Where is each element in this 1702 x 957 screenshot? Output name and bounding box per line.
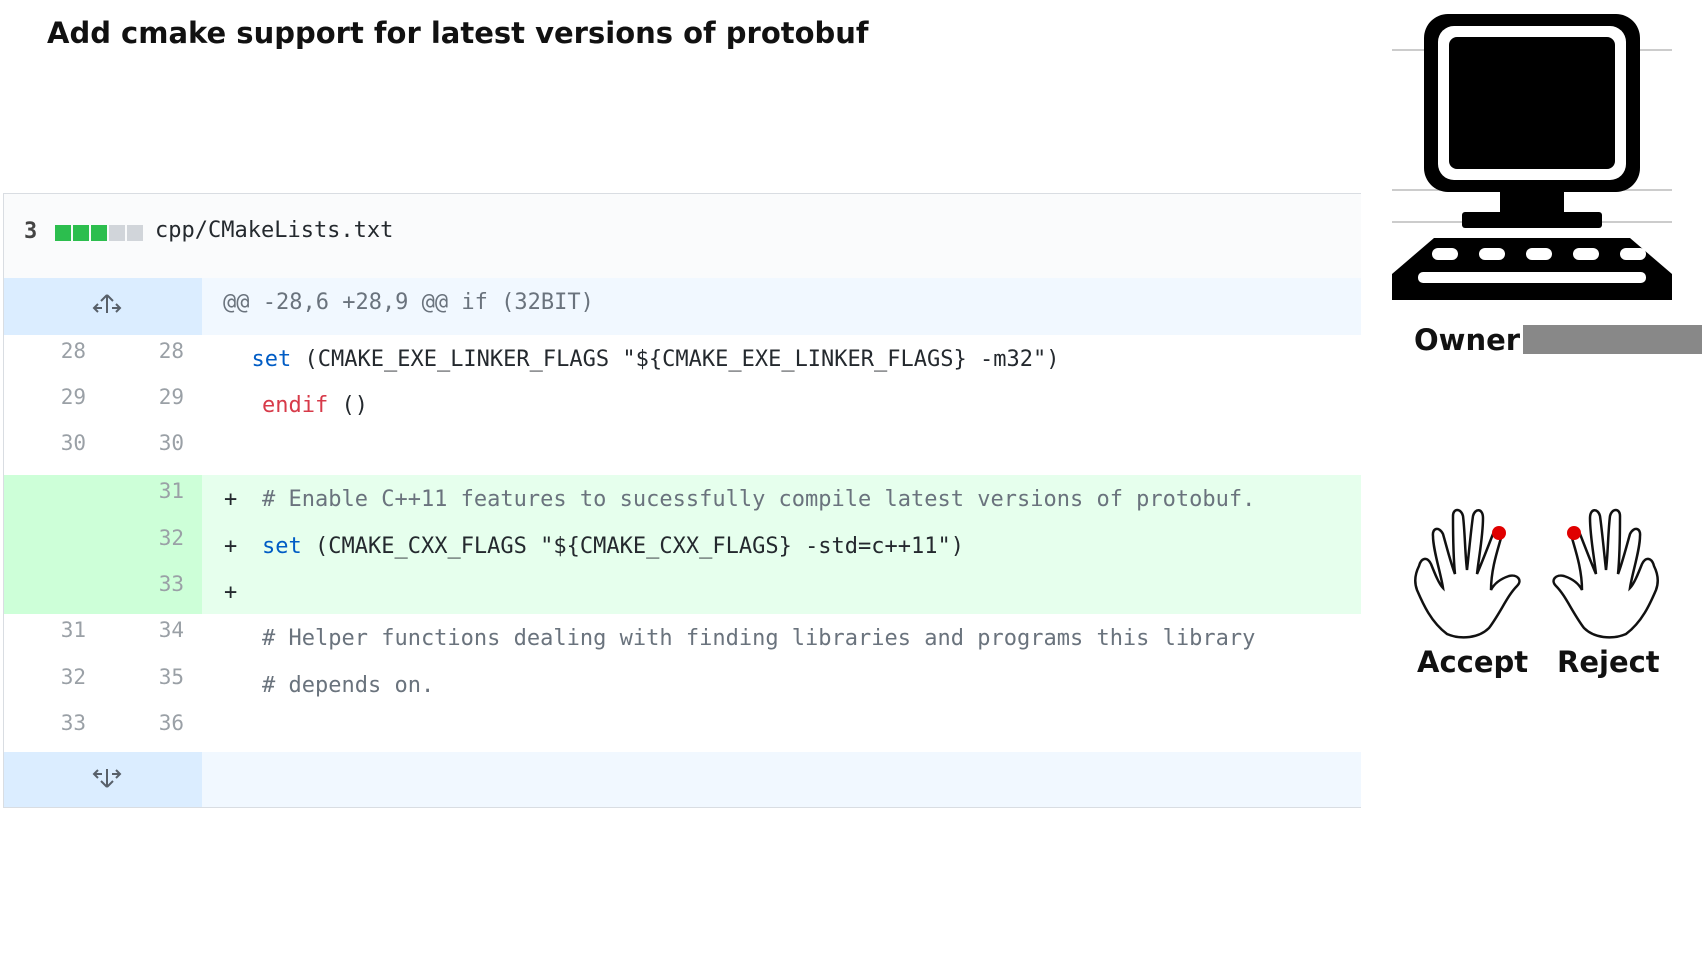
expand-up-icon[interactable] bbox=[92, 292, 122, 316]
code-line: endif () bbox=[262, 393, 368, 418]
new-line-number[interactable]: 30 bbox=[144, 431, 184, 455]
owner-label: Owner: bbox=[1414, 323, 1532, 357]
diffstat-block bbox=[55, 225, 71, 241]
new-line-number[interactable]: 34 bbox=[144, 618, 184, 642]
diff-line-added: 32 + set (CMAKE_CXX_FLAGS "${CMAKE_CXX_F… bbox=[4, 522, 1361, 568]
new-line-number[interactable]: 33 bbox=[144, 572, 184, 596]
diff-line: 32 35 # depends on. bbox=[4, 661, 1361, 707]
hunk-header-text: @@ -28,6 +28,9 @@ if (32BIT) bbox=[223, 290, 594, 315]
old-line-number[interactable]: 29 bbox=[46, 385, 86, 409]
computer-icon bbox=[1392, 14, 1672, 300]
file-header: 3 cpp/CMakeLists.txt bbox=[4, 194, 1361, 279]
accept-hand-icon[interactable] bbox=[1413, 504, 1533, 640]
diffstat bbox=[55, 225, 145, 241]
line-gutter: 28 28 bbox=[4, 335, 202, 381]
code-comment: # Helper functions dealing with finding … bbox=[262, 626, 1256, 651]
code-keyword: set bbox=[262, 534, 302, 559]
diff-line: 28 28 set (CMAKE_EXE_LINKER_FLAGS "${CMA… bbox=[4, 335, 1361, 381]
new-line-number[interactable]: 35 bbox=[144, 665, 184, 689]
new-line-number[interactable]: 36 bbox=[144, 711, 184, 735]
accept-button[interactable]: Accept bbox=[1417, 645, 1528, 679]
code-text: () bbox=[328, 393, 368, 418]
new-line-number[interactable]: 29 bbox=[144, 385, 184, 409]
diff-line: 29 29 endif () bbox=[4, 381, 1361, 427]
page-title: Add cmake support for latest versions of… bbox=[47, 16, 869, 50]
expand-gutter[interactable] bbox=[4, 278, 202, 335]
diffstat-block bbox=[91, 225, 107, 241]
owner-redacted-value bbox=[1523, 325, 1702, 354]
reject-hand-icon[interactable] bbox=[1540, 504, 1660, 640]
added-marker: + bbox=[224, 487, 238, 512]
line-gutter: 32 35 bbox=[4, 661, 202, 707]
hunk-header-row: @@ -28,6 +28,9 @@ if (32BIT) bbox=[4, 278, 1361, 335]
old-line-number[interactable]: 28 bbox=[46, 339, 86, 363]
reject-button[interactable]: Reject bbox=[1557, 645, 1660, 679]
hunk-footer-row bbox=[4, 752, 1361, 807]
new-line-number[interactable]: 32 bbox=[144, 526, 184, 550]
diff-line: 30 30 bbox=[4, 427, 1361, 475]
diffstat-block bbox=[127, 225, 143, 241]
expand-down-icon[interactable] bbox=[92, 766, 122, 790]
diff-line-added: 33 + bbox=[4, 568, 1361, 614]
diff-line: 31 34 # Helper functions dealing with fi… bbox=[4, 614, 1361, 661]
old-line-number[interactable]: 31 bbox=[46, 618, 86, 642]
code-line: set (CMAKE_CXX_FLAGS "${CMAKE_CXX_FLAGS}… bbox=[262, 534, 964, 559]
code-text: (CMAKE_CXX_FLAGS "${CMAKE_CXX_FLAGS} -st… bbox=[301, 534, 965, 559]
diff-line: 33 36 bbox=[4, 707, 1361, 752]
expand-gutter[interactable] bbox=[4, 752, 202, 807]
old-line-number[interactable]: 33 bbox=[46, 711, 86, 735]
line-gutter: 29 29 bbox=[4, 381, 202, 427]
line-gutter: 31 34 bbox=[4, 614, 202, 661]
added-marker: + bbox=[224, 534, 238, 559]
line-gutter: 30 30 bbox=[4, 427, 202, 475]
old-line-number[interactable]: 32 bbox=[46, 665, 86, 689]
added-marker: + bbox=[224, 580, 238, 605]
diffstat-block bbox=[73, 225, 89, 241]
line-gutter: 33 36 bbox=[4, 707, 202, 752]
diffstat-block bbox=[109, 225, 125, 241]
changes-count: 3 bbox=[24, 219, 38, 244]
diff-line-added: 31 + # Enable C++11 features to sucessfu… bbox=[4, 475, 1361, 522]
code-comment: # depends on. bbox=[262, 673, 435, 698]
code-line: set (CMAKE_EXE_LINKER_FLAGS "${CMAKE_EXE… bbox=[225, 347, 1060, 372]
old-line-number[interactable]: 30 bbox=[46, 431, 86, 455]
page: Add cmake support for latest versions of… bbox=[0, 0, 1702, 957]
code-keyword: set bbox=[251, 347, 292, 372]
file-path[interactable]: cpp/CMakeLists.txt bbox=[155, 218, 393, 243]
diff-panel: 3 cpp/CMakeLists.txt @@ -28,6 +28,9 @@ i… bbox=[3, 193, 1361, 808]
code-text: (CMAKE_EXE_LINKER_FLAGS "${CMAKE_EXE_LIN… bbox=[291, 347, 1060, 372]
new-line-number[interactable]: 31 bbox=[144, 479, 184, 503]
code-comment: # Enable C++11 features to sucessfully c… bbox=[262, 487, 1256, 512]
code-keyword: endif bbox=[262, 393, 329, 418]
new-line-number[interactable]: 28 bbox=[144, 339, 184, 363]
